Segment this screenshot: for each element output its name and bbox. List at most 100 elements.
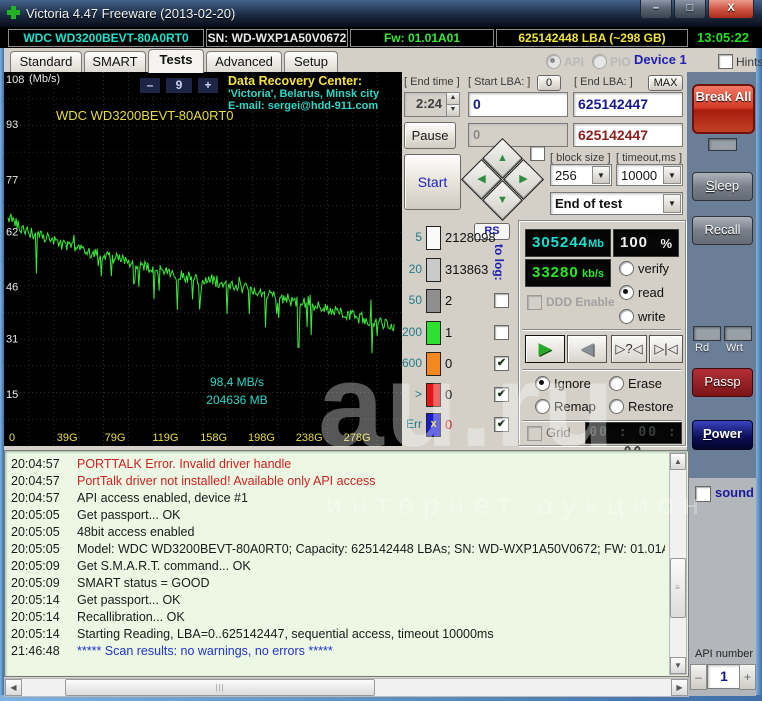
hints-label: Hints [736,55,762,69]
api-number-minus-button[interactable]: – [690,664,707,690]
window-controls: – □ X [638,0,754,19]
log-entry: 20:05:05 48bit access enabled [5,525,665,542]
api-number-plus-button[interactable]: + [739,664,756,690]
chevron-down-icon[interactable]: ▼ [663,194,681,213]
tab-tests[interactable]: Tests [148,49,204,73]
chevron-down-icon[interactable]: ▼ [663,166,681,184]
arrow-down-icon: ▼ [497,194,508,206]
bin-to-log-checkbox[interactable] [494,293,509,308]
tab-setup[interactable]: Setup [284,51,338,72]
ignore-radio[interactable] [535,376,550,391]
pio-radio[interactable] [592,54,607,69]
bin-to-log-checkbox[interactable] [494,325,509,340]
timeout-select[interactable]: 10000 ▼ [616,164,683,186]
tab-smart[interactable]: SMART [84,51,146,72]
remaining-unit: Mb [588,238,604,250]
log-message: Get S.M.A.R.T. command... OK [77,559,251,573]
bin-threshold-label: 20 [408,262,422,276]
block-size-select[interactable]: 256 ▼ [550,164,612,186]
bin-to-log-checkbox[interactable]: ✔ [494,387,509,402]
power-button[interactable]: Power [692,420,753,450]
end-lba-max-button[interactable]: MAX [648,75,683,91]
bin-threshold-label: > [414,387,422,401]
remap-radio[interactable] [535,399,550,414]
bin-to-log-checkbox[interactable]: ✔ [494,356,509,371]
ignore-label: Ignore [554,376,591,391]
sound-checkbox[interactable] [695,486,711,502]
log-entry: 20:05:05 Get passport... OK [5,508,665,525]
log-entry: 20:04:57 PORTTALK Error. Invalid driver h… [5,457,665,474]
verify-radio[interactable] [619,261,634,276]
scrollbar-thumb[interactable]: ||| [65,679,375,696]
scan-backward-button[interactable]: ◀ [567,335,607,363]
seek-checkbox[interactable] [530,146,545,161]
log-entry: 20:04:57 API access enabled, device #1 [5,491,665,508]
passp-button[interactable]: Passp [692,368,753,397]
end-action-value: End of test [555,196,623,211]
scroll-up-icon[interactable]: ▲ [670,453,686,470]
maximize-button[interactable]: □ [674,0,706,19]
zoom-in-button[interactable]: + [198,78,218,93]
end-action-select[interactable]: End of test ▼ [550,192,683,215]
sleep-button[interactable]: Sleep [692,172,753,201]
scan-forward-button[interactable]: ▶ [525,335,565,363]
percent-lcd: 100 % [613,229,679,257]
hints-checkbox[interactable] [718,54,733,69]
end-time-spin-down[interactable]: ▼ [446,104,460,117]
read-led [693,326,721,341]
pause-button[interactable]: Pause [404,122,456,149]
scroll-left-icon[interactable]: ◀ [5,679,22,696]
log-time: 21:46:48 [11,644,60,658]
ddd-enable-checkbox[interactable] [527,295,542,310]
erase-radio[interactable] [609,376,624,391]
restore-radio[interactable] [609,399,624,414]
bin-row: 50 2 [402,289,518,313]
jump-random-button[interactable]: ▷?◁ [611,335,647,363]
scroll-down-icon[interactable]: ▼ [670,657,686,674]
remaining-lcd: 305244 Mb [525,229,611,257]
log-horizontal-scrollbar[interactable]: ◀ ||| ▶ [4,678,689,697]
break-all-button[interactable]: Break All [692,84,755,134]
close-button[interactable]: X [708,0,754,19]
scrollbar-thumb[interactable]: ≡ [670,558,686,618]
log-time: 20:05:05 [11,525,60,539]
log-entry: 20:04:57 PortTalk driver not installed! A… [5,474,665,491]
svg-text:39G: 39G [57,432,78,444]
log-message: API access enabled, device #1 [77,491,248,505]
tab-standard[interactable]: Standard [10,51,82,72]
start-lba-zero-button[interactable]: 0 [537,75,561,91]
jump-end-button[interactable]: ▷|◁ [649,335,683,363]
timeout-label: [ timeout,ms ] [616,152,683,164]
minimize-button[interactable]: – [640,0,672,19]
recall-button[interactable]: Recall [692,216,753,245]
tab-advanced[interactable]: Advanced [206,51,282,72]
write-radio[interactable] [619,309,634,324]
end-lba-field[interactable]: 625142447 [573,92,683,117]
bin-to-log-checkbox[interactable]: ✔ [494,417,509,432]
start-button[interactable]: Start [404,154,461,210]
status-led [708,138,737,151]
scroll-right-icon[interactable]: ▶ [671,679,688,696]
log-time: 20:05:09 [11,576,60,590]
window-title: Victoria 4.47 Freeware (2013-02-20) [26,6,236,21]
grid-checkbox[interactable] [527,426,542,441]
graph-drive-label: WDC WD3200BEVT-80A0RT0 [56,108,234,123]
log-vertical-scrollbar[interactable]: ▲ ≡ ▼ [669,452,687,675]
start-lba-field[interactable]: 0 [468,92,568,117]
log-time: 20:04:57 [11,457,60,471]
separator [522,369,681,370]
svg-text:158G: 158G [200,432,227,444]
zoom-out-button[interactable]: – [140,78,160,93]
erase-label: Erase [628,376,662,391]
graph-canvas: 108 93 77 62 46 31 15 0 39G 79G 119G 158G 198G 238G 27… [4,72,402,446]
api-radio[interactable] [546,54,561,69]
chevron-down-icon[interactable]: ▼ [592,166,610,184]
drive-capacity: 625142448 LBA (~298 GB) [496,29,688,47]
svg-text:0: 0 [9,432,15,444]
svg-text:31: 31 [6,334,18,346]
speed-unit: kb/s [581,268,604,280]
device-label: Device 1 [634,52,687,67]
log-panel: 20:04:57 PORTTALK Error. Invalid driver h… [4,450,689,677]
api-number-field[interactable]: 1 [707,664,741,689]
read-radio[interactable] [619,285,634,300]
